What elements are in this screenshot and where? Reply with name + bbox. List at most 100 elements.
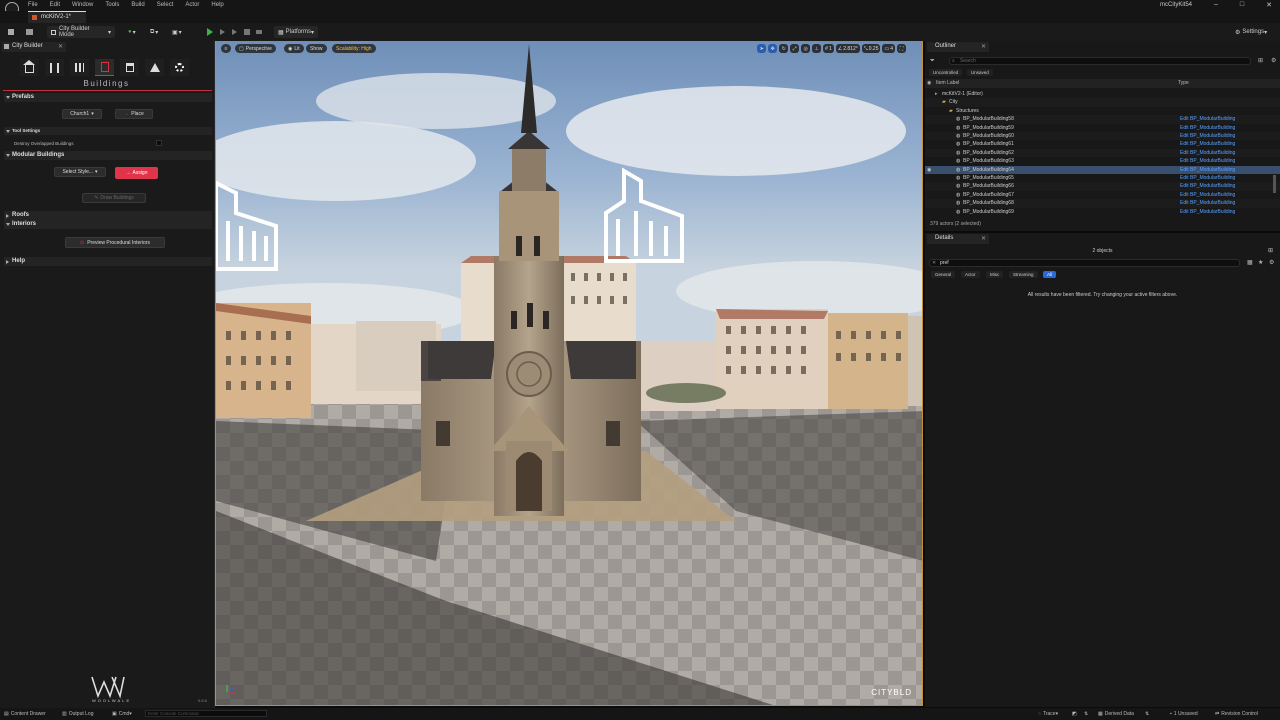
output-log-button[interactable]: ▥ Output Log [62,711,93,717]
edit-blueprint-link[interactable]: Edit BP_ModularBuilding [1180,167,1235,173]
tool-blocks-button[interactable] [70,59,89,76]
unsaved-button[interactable]: ▪ 1 Unsaved [1170,711,1198,717]
prefab-select[interactable]: Church1 ▾ [62,109,102,119]
content-drawer-button[interactable]: ▤ Content Drawer [4,711,46,717]
menu-help[interactable]: Help [211,2,223,8]
play-button[interactable] [207,26,213,38]
city-builder-tab[interactable]: City Builder ✕ [2,42,66,52]
outliner-row[interactable]: ▸ mcKitV2-1 (Editor) [925,90,1280,98]
preview-interiors-button[interactable]: ⊙ Preview Procedural Interiors [65,237,165,248]
add-actor-icon[interactable]: ● ▾ [128,26,136,38]
level-tab[interactable]: mcKitV2-1* [28,11,86,23]
edit-blueprint-link[interactable]: Edit BP_ModularBuilding [1180,192,1235,198]
destroy-overlapped-checkbox[interactable] [156,140,162,146]
menu-window[interactable]: Window [72,2,93,8]
edit-blueprint-link[interactable]: Edit BP_ModularBuilding [1180,209,1235,215]
tool-home-button[interactable] [20,59,39,76]
sequencer-icon[interactable]: ▣ ▾ [172,26,182,38]
menu-build[interactable]: Build [131,2,144,8]
menu-actor[interactable]: Actor [185,2,199,8]
place-button[interactable]: → Place [115,109,153,119]
trace-button[interactable]: ◌ Trace▾ [1038,711,1058,717]
assign-button[interactable]: → Assign [115,167,158,179]
lock-icon[interactable]: ⊞ [1268,247,1273,254]
filter-general[interactable]: General [931,271,956,278]
scale-snap-button[interactable]: ⤡ 0.25 [861,44,881,53]
draw-buildings-button[interactable]: ✎ Draw Buildings [82,193,146,203]
outliner-row[interactable]: ◍ BP_ModularBuilding63 Edit BP_ModularBuil… [925,157,1280,165]
filter-unsaved[interactable]: Unsaved [967,69,993,76]
modular-buildings-header[interactable]: Modular Buildings [4,151,212,160]
mode-dropdown[interactable]: City Builder Mode ▾ [47,26,115,38]
filter-misc[interactable]: Misc [986,271,1004,278]
angle-snap-button[interactable]: ∠ 2.812° [835,44,860,53]
source-icon[interactable]: ⇅ [1145,711,1149,717]
tool-settings-header[interactable]: Tool Settings [4,127,212,135]
edit-blueprint-link[interactable]: Edit BP_ModularBuilding [1180,175,1235,181]
scale-icon[interactable]: ⤢ [790,44,800,53]
roofs-header[interactable]: Roofs [4,211,212,220]
close-icon[interactable]: ✕ [981,235,986,242]
grid-view-icon[interactable]: ▦ [1247,259,1253,266]
filter-uncontrolled[interactable]: Uncontrolled [929,69,963,76]
menu-select[interactable]: Select [157,2,174,8]
grid-snap-button[interactable]: #1 [823,44,834,53]
menu-file[interactable]: File [28,2,38,8]
details-tab[interactable]: Details ✕ [927,234,989,244]
select-mode-icon[interactable]: ➤ [757,44,767,53]
outliner-row[interactable]: ◍ BP_ModularBuilding66 Edit BP_ModularBuil… [925,182,1280,191]
revision-control-button[interactable]: ⇄ Revision Control [1215,711,1258,717]
filter-streaming[interactable]: Streaming [1009,271,1038,278]
outliner-row[interactable]: ◍ BP_ModularBuilding58 Edit BP_ModularBuil… [925,115,1280,124]
edit-blueprint-link[interactable]: Edit BP_ModularBuilding [1180,125,1235,131]
console-command-input[interactable]: Enter Console Command [145,710,267,717]
show-button[interactable]: Show [306,44,327,53]
tool-buildings-button[interactable] [95,59,114,76]
outliner-row[interactable]: ◍ BP_ModularBuilding62 Edit BP_ModularBuil… [925,148,1280,158]
settings-button[interactable]: ⚙ Settings ▾ [1235,26,1267,38]
outliner-row[interactable]: ◍ BP_ModularBuilding69 Edit BP_ModularBuil… [925,208,1280,216]
outliner-row[interactable]: ◍ BP_ModularBuilding68 Edit BP_ModularBuil… [925,199,1280,208]
scalability-button[interactable]: Scalability: High [332,44,376,53]
star-icon[interactable]: ★ [1258,259,1263,266]
platforms-dropdown[interactable]: ▦ Platforms ▾ [274,26,318,38]
visibility-icon[interactable]: ◉ [927,167,931,173]
notifications-icon[interactable]: ◩ [1072,711,1077,717]
edit-blueprint-link[interactable]: Edit BP_ModularBuilding [1180,141,1235,147]
save-icon[interactable] [8,26,14,38]
details-search-input[interactable]: ✕ pref [929,259,1240,267]
filter-icon[interactable]: ⏷ [930,58,935,65]
close-icon[interactable]: ✕ [981,43,986,50]
menu-tools[interactable]: Tools [105,2,119,8]
menu-edit[interactable]: Edit [50,2,60,8]
tool-terrain-button[interactable] [145,59,164,76]
derived-data-button[interactable]: ▦ Derived Data [1098,711,1134,717]
close-icon[interactable]: ✕ [58,43,63,50]
close-icon[interactable]: ✕ [1266,1,1272,9]
tool-props-button[interactable] [120,59,139,76]
outliner-row[interactable]: ▰ City [925,98,1280,107]
filter-all[interactable]: All [1043,271,1057,278]
outliner-row[interactable]: ◍ BP_ModularBuilding61 Edit BP_ModularBuil… [925,140,1280,148]
maximize-viewport-icon[interactable]: ⛶ [897,44,906,53]
help-header[interactable]: Help [4,257,212,266]
clear-search-icon[interactable]: ✕ [932,260,936,266]
outliner-row[interactable]: ◍ BP_ModularBuilding60 Edit BP_ModularBuil… [925,132,1280,141]
filter-actor[interactable]: Actor [961,271,980,278]
stop-button[interactable] [244,26,250,38]
scene-render[interactable] [216,41,923,706]
gear-icon[interactable]: ⚙ [1269,259,1274,266]
content-browser-icon[interactable] [26,26,33,38]
style-select[interactable]: Select Style... ▾ [54,167,106,177]
tool-settings-button[interactable] [170,59,189,76]
prefabs-header[interactable]: Prefabs [4,93,212,102]
eject-button[interactable] [256,26,262,38]
level-viewport[interactable]: ≡ ▢ Perspective ◉ Lit Show Scalability: Hi… [215,41,923,706]
surface-snap-icon[interactable]: ⊥ [812,44,822,53]
outliner-scrollbar[interactable] [1273,175,1276,193]
edit-blueprint-link[interactable]: Edit BP_ModularBuilding [1180,116,1235,122]
network-icon[interactable]: ⇅ [1084,711,1088,717]
camera-speed-button[interactable]: ▭ 4 [882,44,895,53]
settings-icon[interactable]: ⚙ [1271,57,1276,64]
col-item-label[interactable]: Item Label [936,80,959,86]
